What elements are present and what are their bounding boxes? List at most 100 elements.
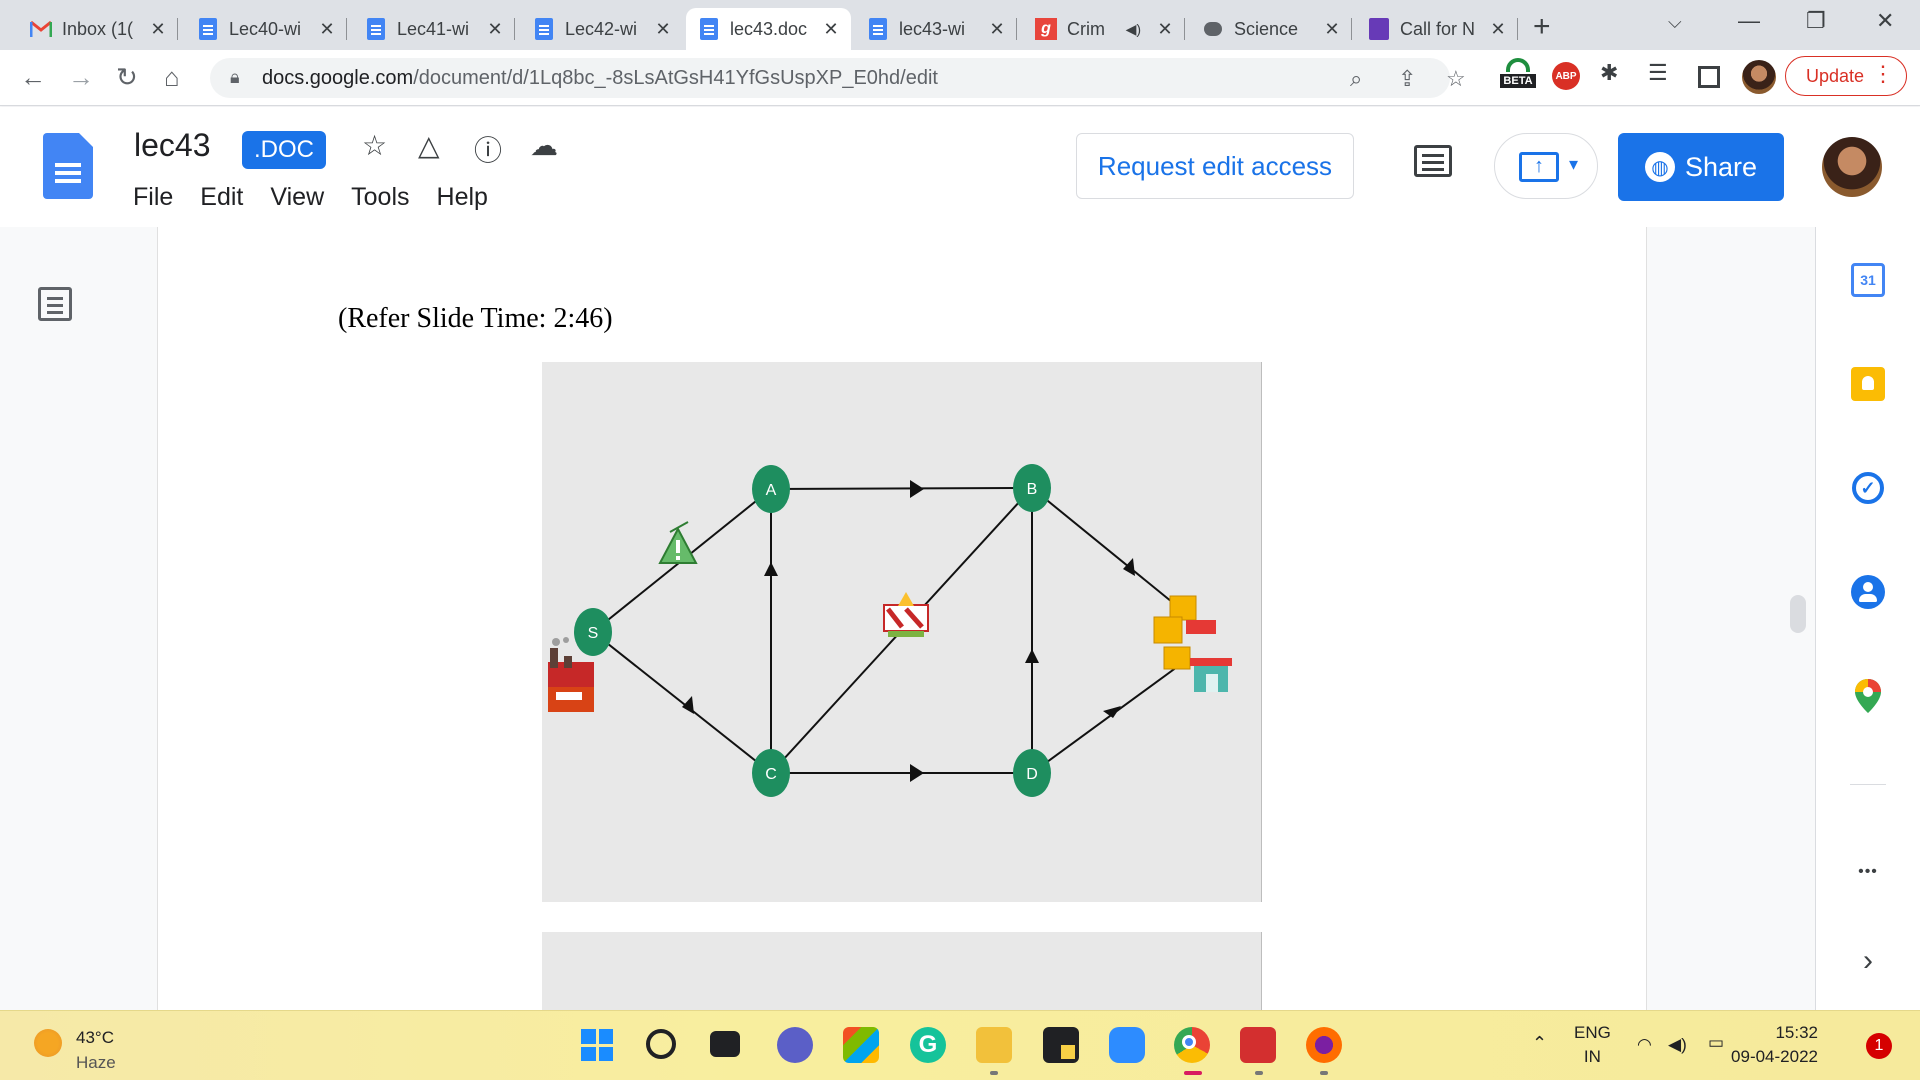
tab-science[interactable]: Science ✕ <box>1190 8 1352 50</box>
info-icon[interactable]: ⓘ <box>474 129 502 169</box>
menu-dots-icon[interactable]: ⋮ <box>1872 61 1894 87</box>
menu-view[interactable]: View <box>270 183 324 212</box>
menu-file[interactable]: File <box>133 183 173 212</box>
forward-button[interactable]: → <box>68 62 94 93</box>
document-title[interactable]: lec43 <box>134 127 211 164</box>
search-icon[interactable] <box>646 1029 676 1059</box>
menu-tools[interactable]: Tools <box>351 183 409 212</box>
menu-help[interactable]: Help <box>437 183 488 212</box>
close-tab-icon[interactable]: ✕ <box>987 19 1007 40</box>
task-view-icon[interactable] <box>710 1031 740 1057</box>
sticky-notes-icon[interactable] <box>1043 1027 1079 1063</box>
acrobat-icon[interactable] <box>1240 1027 1276 1063</box>
store-icon[interactable] <box>843 1027 879 1063</box>
share-page-icon[interactable]: ⇪ <box>1398 66 1416 92</box>
close-tab-icon[interactable]: ✕ <box>1322 19 1342 40</box>
close-tab-icon[interactable]: ✕ <box>821 19 841 40</box>
side-panel-icon[interactable] <box>1698 66 1720 88</box>
home-button[interactable]: ⌂ <box>164 62 180 93</box>
tab-lec41[interactable]: Lec41-wi ✕ <box>353 8 515 50</box>
arrow-b-t <box>1123 558 1135 576</box>
profile-avatar[interactable] <box>1742 60 1776 94</box>
bookmark-star-icon[interactable]: ☆ <box>1446 66 1466 92</box>
cloud-status-icon[interactable]: ☁ <box>530 129 558 162</box>
network-diagram: S A B C D <box>548 464 1232 797</box>
close-tab-icon[interactable]: ✕ <box>1155 19 1175 40</box>
grammarly-icon[interactable]: G <box>910 1027 946 1063</box>
close-tab-icon[interactable]: ✕ <box>485 19 505 40</box>
battery-icon[interactable]: ▭ <box>1708 1031 1724 1055</box>
beta-extension-icon[interactable]: BETA <box>1500 56 1536 100</box>
document-outline-icon[interactable] <box>38 287 72 321</box>
language-indicator[interactable]: ENG IN <box>1574 1021 1611 1069</box>
close-tab-icon[interactable]: ✕ <box>653 19 673 40</box>
tab-call-for[interactable]: Call for N ✕ <box>1356 8 1518 50</box>
add-shortcut-drive-icon[interactable]: △ <box>418 129 440 162</box>
reload-button[interactable]: ↻ <box>116 62 138 93</box>
tab-lec40[interactable]: Lec40-wi ✕ <box>185 8 347 50</box>
adblock-icon[interactable]: ABP <box>1552 62 1580 90</box>
teams-chat-icon[interactable] <box>777 1027 813 1063</box>
star-icon[interactable]: ☆ <box>362 129 387 162</box>
restore-button[interactable]: ❐ <box>1806 8 1826 34</box>
chrome-icon[interactable] <box>1174 1027 1210 1063</box>
more-addons-icon[interactable]: ••• <box>1850 854 1886 890</box>
road-block-icon <box>883 592 929 637</box>
contacts-icon[interactable] <box>1850 574 1886 610</box>
tab-lec42[interactable]: Lec42-wi ✕ <box>521 8 683 50</box>
tab-lec43-active[interactable]: lec43.doc ✕ <box>686 8 851 50</box>
globe-icon: ◍ <box>1644 152 1675 182</box>
tab-gmail[interactable]: Inbox (1( ✕ <box>18 8 178 50</box>
weather-widget[interactable]: 43°C Haze <box>76 1025 116 1075</box>
reading-list-icon[interactable]: ☰ <box>1648 60 1668 86</box>
clock[interactable]: 15:32 09-04-2022 <box>1731 1021 1818 1069</box>
notification-badge[interactable]: 1 <box>1866 1033 1892 1059</box>
zoom-app-icon[interactable] <box>1109 1027 1145 1063</box>
account-avatar[interactable] <box>1822 137 1882 197</box>
update-button[interactable]: Update ⋮ <box>1785 56 1907 96</box>
file-explorer-icon[interactable] <box>976 1027 1012 1063</box>
docs-icon <box>197 18 219 40</box>
scrollbar-thumb[interactable] <box>1790 595 1806 633</box>
keep-icon[interactable] <box>1850 366 1886 402</box>
tray-overflow-icon[interactable]: ⌃ <box>1532 1031 1547 1055</box>
wifi-icon[interactable]: ◠ <box>1637 1033 1652 1057</box>
network-diagram-figure: S A B C D <box>542 362 1262 902</box>
menu-edit[interactable]: Edit <box>200 183 243 212</box>
address-bar[interactable]: 🔒︎ docs.google.com/document/d/1Lq8bc_-8s… <box>210 58 1466 98</box>
tab-crim[interactable]: g Crim ◀) ✕ <box>1023 8 1185 50</box>
close-window-button[interactable]: ✕ <box>1876 8 1894 34</box>
close-tab-icon[interactable]: ✕ <box>317 19 337 40</box>
close-tab-icon[interactable]: ✕ <box>1488 19 1508 40</box>
tab-lec43-wi[interactable]: lec43-wi ✕ <box>855 8 1017 50</box>
tasks-icon[interactable]: ✓ <box>1850 470 1886 506</box>
back-button[interactable]: ← <box>20 62 46 93</box>
g-icon: g <box>1035 18 1057 40</box>
expand-panel-icon[interactable]: › <box>1850 943 1886 979</box>
extensions-puzzle-icon[interactable]: ✱ <box>1600 60 1618 86</box>
tab-title: Crim <box>1067 18 1105 39</box>
present-button[interactable]: ↑ ▾ <box>1494 133 1598 199</box>
comments-icon[interactable] <box>1414 145 1452 177</box>
new-tab-button[interactable]: + <box>1533 10 1551 44</box>
docs-header: lec43 .DOC ☆ △ ⓘ ☁ File Edit View Tools … <box>0 107 1920 227</box>
tab-search-icon[interactable]: ⌵ <box>1668 12 1682 33</box>
windows-start-icon[interactable] <box>579 1027 615 1063</box>
speaker-icon[interactable]: ◀) <box>1126 21 1141 38</box>
caret-down-icon[interactable]: ▾ <box>1569 154 1578 175</box>
close-tab-icon[interactable]: ✕ <box>148 19 168 40</box>
zoom-icon[interactable]: ⌕ <box>1350 66 1362 92</box>
docs-logo-icon[interactable] <box>43 133 93 199</box>
lock-icon[interactable]: 🔒︎ <box>230 67 240 88</box>
minimize-button[interactable]: — <box>1738 8 1760 34</box>
share-button[interactable]: ◍ Share <box>1618 133 1784 201</box>
maps-icon[interactable] <box>1850 678 1886 714</box>
url-text[interactable]: docs.google.com/document/d/1Lq8bc_-8sLsA… <box>262 67 938 90</box>
volume-icon[interactable]: ◀) <box>1668 1033 1687 1057</box>
weather-haze-icon[interactable] <box>34 1029 62 1057</box>
document-page: (Refer Slide Time: 2:46) S A B C D <box>157 227 1647 1022</box>
calendar-icon[interactable]: 31 <box>1850 262 1886 298</box>
tab-strip: Inbox (1( ✕ Lec40-wi ✕ Lec41-wi ✕ Lec42-… <box>0 0 1920 50</box>
request-edit-access-button[interactable]: Request edit access <box>1076 133 1354 199</box>
firefox-icon[interactable] <box>1306 1027 1342 1063</box>
